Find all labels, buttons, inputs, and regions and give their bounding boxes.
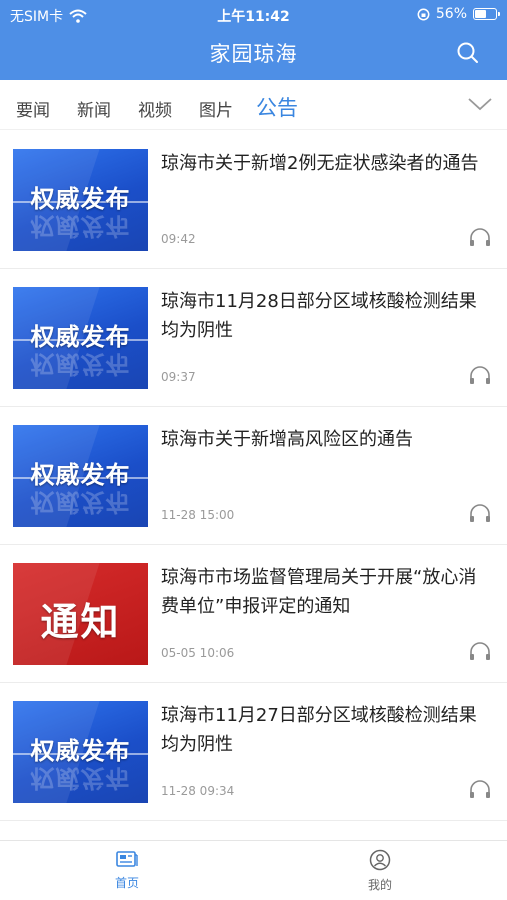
chevron-down-icon[interactable]: [467, 94, 493, 114]
status-right: 56%: [417, 6, 500, 22]
battery-percent: 56%: [435, 6, 467, 22]
tab-announcements[interactable]: 公告: [256, 92, 298, 122]
headphones-icon[interactable]: [468, 364, 492, 386]
thumbnail-reflection: 权威发布: [30, 488, 131, 516]
article-thumbnail: 权威发布 权威发布: [13, 149, 148, 251]
list-item[interactable]: 权威发布 权威发布 琼海市关于新增高风险区的通告 11-28 15:00: [0, 407, 507, 545]
article-list: 权威发布 权威发布 琼海市关于新增2例无症状感染者的通告 09:42 权威发布 …: [0, 131, 507, 821]
tab-pictures[interactable]: 图片: [199, 96, 233, 121]
nav-mine-label: 我的: [367, 878, 392, 892]
status-bar: 无SIM卡 上午11:42 56%: [0, 0, 507, 28]
list-item[interactable]: 权威发布 权威发布 琼海市关于新增2例无症状感染者的通告 09:42: [0, 131, 507, 269]
article-thumbnail: 权威发布 权威发布: [13, 287, 148, 389]
search-icon[interactable]: [455, 40, 481, 66]
thumbnail-text: 权威发布: [30, 185, 131, 213]
nav-home-label: 首页: [114, 876, 139, 890]
article-time: 09:37: [161, 370, 196, 384]
thumbnail-reflection: 权威发布: [30, 350, 131, 378]
thumbnail-text: 权威发布: [30, 461, 131, 489]
page-title: 家园琼海: [209, 42, 298, 66]
tab-headlines[interactable]: 要闻: [16, 96, 50, 121]
list-item[interactable]: 通知 琼海市市场监督管理局关于开展“放心消费单位”申报评定的通知 05-05 1…: [0, 545, 507, 683]
headphones-icon[interactable]: [468, 226, 492, 248]
orientation-lock-icon: [417, 8, 430, 20]
article-time: 09:42: [161, 232, 196, 246]
nav-home-button[interactable]: 首页: [87, 849, 167, 891]
article-title[interactable]: 琼海市11月28日部分区域核酸检测结果均为阴性: [161, 287, 491, 345]
headphones-icon[interactable]: [468, 640, 492, 662]
article-thumbnail: 权威发布 权威发布: [13, 425, 148, 527]
headphones-icon[interactable]: [468, 502, 492, 524]
nav-mine-button[interactable]: 我的: [340, 849, 420, 893]
thumbnail-text: 通知: [40, 600, 121, 644]
category-tabs: 要闻 新闻 视频 图片 公告: [0, 80, 507, 130]
article-time: 11-28 09:34: [161, 784, 235, 798]
list-item[interactable]: 权威发布 权威发布 琼海市11月28日部分区域核酸检测结果均为阴性 09:37: [0, 269, 507, 407]
article-title[interactable]: 琼海市关于新增2例无症状感染者的通告: [161, 149, 491, 178]
article-title[interactable]: 琼海市市场监督管理局关于开展“放心消费单位”申报评定的通知: [161, 563, 491, 621]
article-thumbnail: 通知: [13, 563, 148, 665]
tab-video[interactable]: 视频: [138, 96, 172, 121]
headphones-icon[interactable]: [468, 778, 492, 800]
tab-news[interactable]: 新闻: [77, 96, 111, 121]
thumbnail-text: 权威发布: [30, 323, 131, 351]
list-item[interactable]: 权威发布 权威发布 琼海市11月27日部分区域核酸检测结果均为阴性 11-28 …: [0, 683, 507, 821]
article-time: 11-28 15:00: [161, 508, 235, 522]
user-profile-icon: [369, 849, 391, 871]
battery-icon: [473, 8, 500, 20]
article-title[interactable]: 琼海市关于新增高风险区的通告: [161, 425, 491, 454]
article-time: 05-05 10:06: [161, 646, 235, 660]
top-header: 无SIM卡 上午11:42 56% 家园琼海: [0, 0, 507, 80]
thumbnail-reflection: 权威发布: [30, 764, 131, 792]
thumbnail-reflection: 权威发布: [30, 212, 131, 240]
bottom-nav: 首页 我的: [0, 840, 507, 900]
article-title[interactable]: 琼海市11月27日部分区域核酸检测结果均为阴性: [161, 701, 491, 759]
home-news-icon: [116, 851, 138, 867]
battery-fill: [475, 10, 486, 18]
thumbnail-text: 权威发布: [30, 737, 131, 765]
article-thumbnail: 权威发布 权威发布: [13, 701, 148, 803]
